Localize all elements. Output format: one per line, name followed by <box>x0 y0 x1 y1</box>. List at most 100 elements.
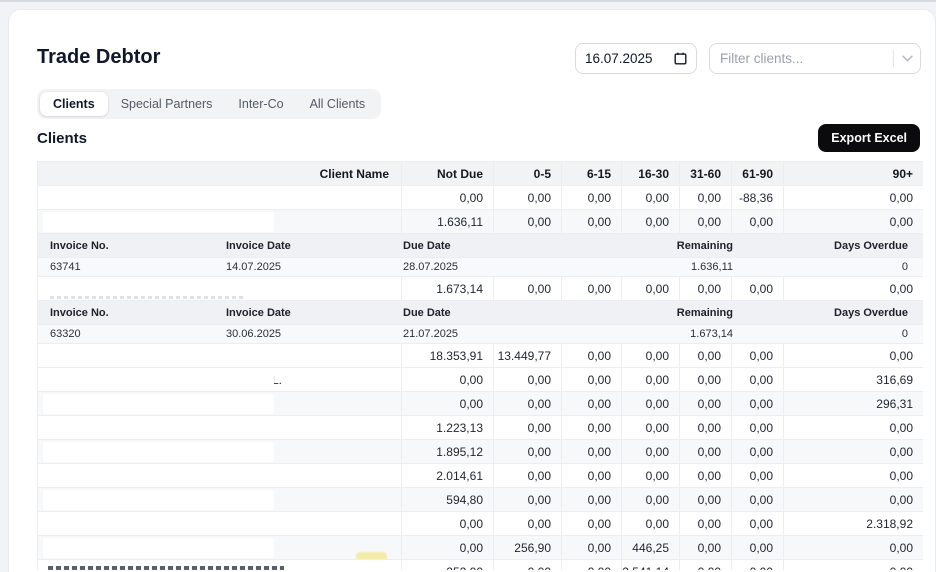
client-row[interactable]: 0,00 0,00 0,00 0,00 0,00 0,00 2.318,92 <box>37 511 923 536</box>
client-row[interactable]: 0,00 0,00 0,00 0,00 0,00 -88,36 0,00 <box>37 185 923 210</box>
invoice-header-cell: Invoice No. Invoice Date Due Date Remaining… <box>37 300 923 325</box>
aging-value-cell: 0,00 <box>561 185 622 210</box>
aging-value-cell: 0,00 <box>679 559 732 570</box>
column-header: 61-90 <box>731 161 784 186</box>
aging-value-cell: -88,36 <box>731 185 784 210</box>
aging-value-cell: 0,00 <box>621 185 680 210</box>
invoice-header-row: Invoice No. Invoice Date Due Date Remaining… <box>37 300 923 325</box>
client-name-cell <box>37 463 402 488</box>
client-name-cell <box>37 343 402 368</box>
aging-value-cell: 0,00 <box>401 511 494 536</box>
client-filter-combobox[interactable]: Filter clients... <box>709 43 921 74</box>
aging-value-cell: 296,31 <box>783 391 923 416</box>
invoice-column-header: Due Date <box>403 306 451 319</box>
clients-aging-table: Client Name Not Due 0-5 6-15 16-30 31-60 61-90… <box>37 161 923 570</box>
client-name-cell <box>37 487 402 512</box>
client-row[interactable]: 1.673,14 0,00 0,00 0,00 0,00 0,00 0,00 <box>37 276 923 301</box>
aging-value-cell: 0,00 <box>561 463 622 488</box>
calendar-icon[interactable] <box>674 52 687 65</box>
invoice-header-cell: Invoice No. Invoice Date Due Date Remaining… <box>37 233 923 258</box>
column-header: 0-5 <box>493 161 562 186</box>
aging-value-cell: 0,00 <box>731 391 784 416</box>
invoice-value: 0 <box>901 328 908 340</box>
aging-value-cell: 0,00 <box>783 276 923 301</box>
invoice-value: 14.07.2025 <box>226 261 282 273</box>
aging-value-cell: 0,00 <box>401 185 494 210</box>
invoice-row-cell: 63741 14.07.2025 28.07.2025 1.636,11 0 <box>37 257 923 277</box>
aging-value-cell: 0,00 <box>621 487 680 512</box>
aging-value-cell: 2.541,14 <box>621 559 680 570</box>
redacted-client-name <box>43 370 274 390</box>
invoice-column-header: Remaining <box>676 306 733 319</box>
invoice-column-header: Invoice No. <box>50 239 109 252</box>
aging-value-cell: 594,80 <box>401 487 494 512</box>
aging-value-cell: 0,00 <box>783 439 923 464</box>
chevron-down-icon[interactable] <box>894 55 920 62</box>
client-row[interactable]: 2.014,61 0,00 0,00 0,00 0,00 0,00 0,00 <box>37 463 923 488</box>
tab-special-partners[interactable]: Special Partners <box>108 92 226 116</box>
invoice-value: 28.07.2025 <box>403 261 459 273</box>
invoice-row-grid: 63741 14.07.2025 28.07.2025 1.636,11 0 <box>39 259 923 276</box>
client-row[interactable]: 252,000,000,002.541,140,000,000,00 <box>37 559 923 570</box>
client-row[interactable]: 1.636,11 0,00 0,00 0,00 0,00 0,00 0,00 <box>37 209 923 234</box>
client-name-cell <box>37 559 402 570</box>
tab-all-clients[interactable]: All Clients <box>297 92 379 116</box>
aging-value-cell: 1.673,14 <box>401 276 494 301</box>
client-name-cell <box>37 209 402 234</box>
invoice-row: 63741 14.07.2025 28.07.2025 1.636,11 0 <box>37 257 923 277</box>
aging-value-cell: 0,00 <box>493 391 562 416</box>
aging-value-cell: 0,00 <box>621 463 680 488</box>
tab-clients[interactable]: Clients <box>40 92 108 116</box>
aging-value-cell: 0,00 <box>731 487 784 512</box>
invoice-row: 63320 30.06.2025 21.07.2025 1.673,14 0 <box>37 324 923 344</box>
aging-value-cell: 0,00 <box>561 391 622 416</box>
invoice-column-header: Invoice Date <box>226 239 291 252</box>
aging-value-cell: 0,00 <box>783 487 923 512</box>
export-excel-button[interactable]: Export Excel <box>818 124 920 152</box>
clients-table-body: 0,00 0,00 0,00 0,00 0,00 -88,36 0,00 1.636,11 0,… <box>37 185 923 570</box>
aging-value-cell: 0,00 <box>783 535 923 560</box>
aging-value-cell: 0,00 <box>731 511 784 536</box>
date-value: 16.07.2025 <box>585 51 653 66</box>
aging-value-cell: 252,00 <box>401 559 494 570</box>
aging-value-cell: 2.318,92 <box>783 511 923 536</box>
client-row[interactable]: 0,00 0,00 0,00 0,00 0,00 0,00 296,31 <box>37 391 923 416</box>
aging-value-cell: 0,00 <box>561 367 622 392</box>
redacted-client-name <box>43 346 274 366</box>
invoice-column-header: Invoice Date <box>226 306 291 319</box>
date-input[interactable]: 16.07.2025 <box>575 43 697 74</box>
aging-value-cell: 0,00 <box>493 367 562 392</box>
client-row[interactable]: 0,00 256,90 0,00 446,25 0,00 0,00 0,00 <box>37 535 923 560</box>
invoice-column-header: Days Overdue <box>834 239 908 252</box>
aging-value-cell: 0,00 <box>731 415 784 440</box>
aging-value-cell: 0,00 <box>621 367 680 392</box>
filter-placeholder: Filter clients... <box>720 51 804 66</box>
section-title: Clients <box>37 130 88 147</box>
client-row[interactable]: 1.895,12 0,00 0,00 0,00 0,00 0,00 0,00 <box>37 439 923 464</box>
client-name-cell <box>37 535 402 560</box>
aging-value-cell: 0,00 <box>493 511 562 536</box>
aging-value-cell: 0,00 <box>493 209 562 234</box>
aging-value-cell: 0,00 <box>783 463 923 488</box>
aging-value-cell: 0,00 <box>561 276 622 301</box>
client-row[interactable]: 1.223,13 0,00 0,00 0,00 0,00 0,00 0,00 <box>37 415 923 440</box>
column-header: 90+ <box>783 161 923 186</box>
aging-value-cell: 0,00 <box>731 209 784 234</box>
client-row[interactable]: 594,80 0,00 0,00 0,00 0,00 0,00 0,00 <box>37 487 923 512</box>
aging-value-cell: 0,00 <box>401 391 494 416</box>
invoice-column-header: Due Date <box>403 239 451 252</box>
aging-value-cell: 0,00 <box>679 185 732 210</box>
aging-value-cell: 0,00 <box>731 367 784 392</box>
aging-value-cell: 0,00 <box>561 487 622 512</box>
tab-inter-co[interactable]: Inter-Co <box>225 92 296 116</box>
redaction-remnant <box>48 566 284 570</box>
window-top-strip <box>0 0 936 2</box>
aging-value-cell: 0,00 <box>679 463 732 488</box>
invoice-column-header: Days Overdue <box>834 306 908 319</box>
invoice-value: 1.636,11 <box>690 261 733 273</box>
client-row[interactable]: 18.353,91 13.449,77 0,00 0,00 0,00 0,00 0,00 <box>37 343 923 368</box>
client-row[interactable]: R.L.0,000,000,000,000,000,00316,69 <box>37 367 923 392</box>
aging-value-cell: 256,90 <box>493 535 562 560</box>
client-name-cell <box>37 185 402 210</box>
aging-value-cell: 0,00 <box>679 535 732 560</box>
